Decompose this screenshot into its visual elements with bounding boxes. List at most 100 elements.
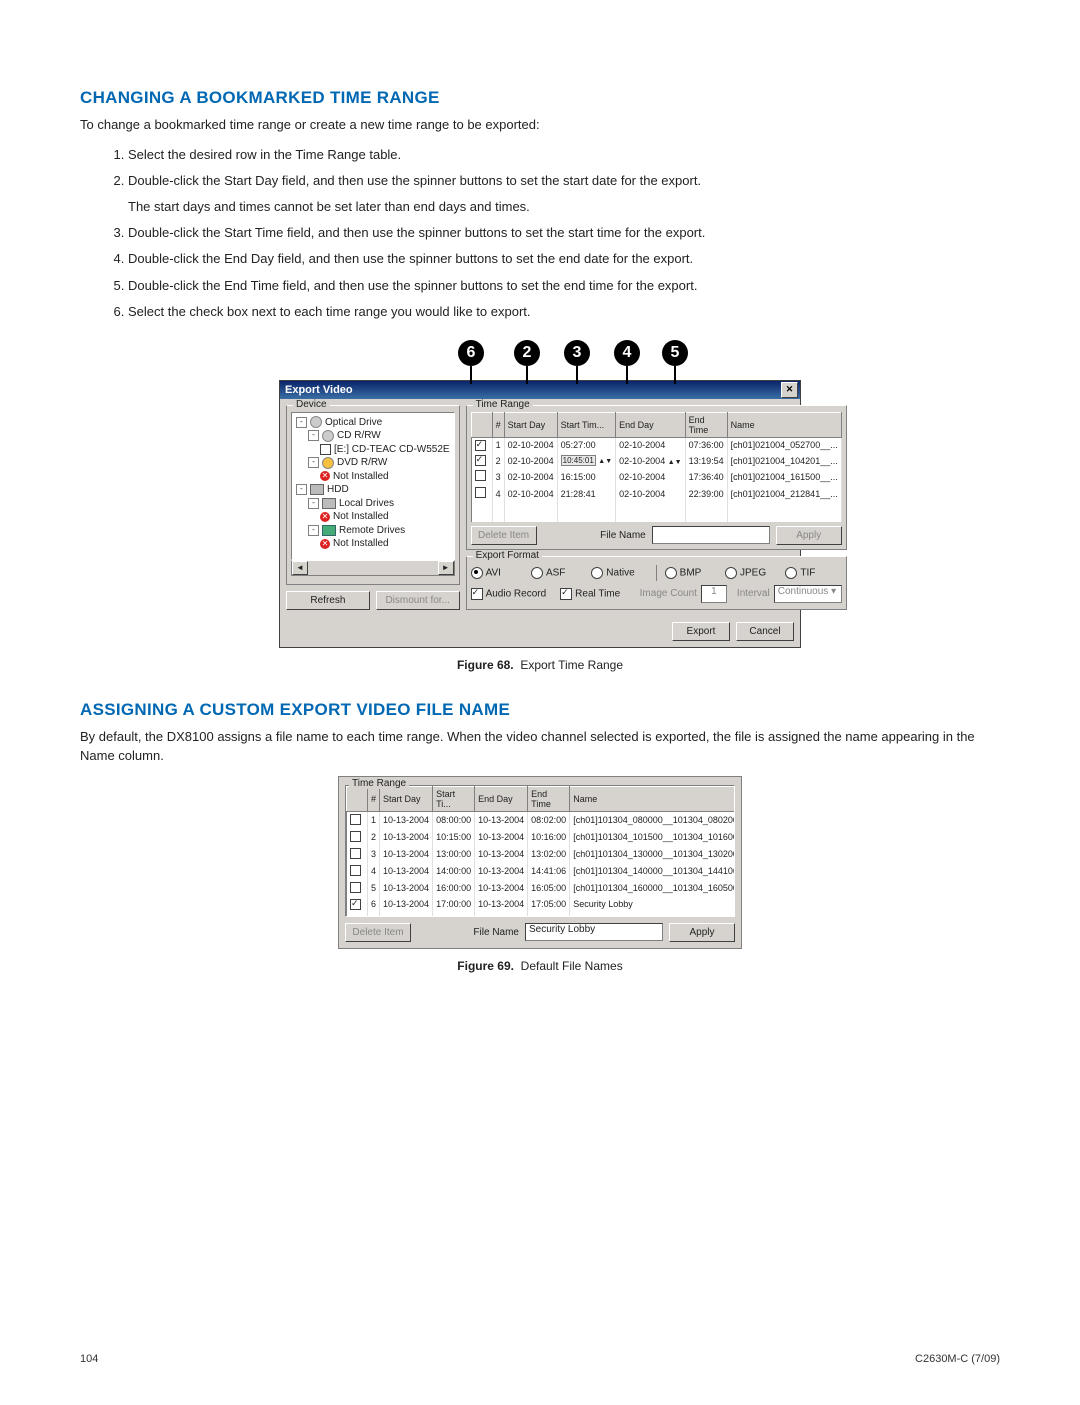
step-5: Double-click the End Time field, and the… (128, 276, 1000, 296)
chk-audio[interactable] (471, 588, 483, 600)
device-tree[interactable]: -Optical Drive -CD R/RW [E:] CD-TEAC CD-… (291, 412, 455, 560)
table-row[interactable]: 302-10-200416:15:0002-10-200417:36:40[ch… (471, 468, 841, 485)
radio-tif[interactable] (785, 567, 797, 579)
table-row[interactable]: 102-10-200405:27:0002-10-200407:36:00[ch… (471, 437, 841, 453)
step-2-note: The start days and times cannot be set l… (128, 197, 1000, 217)
tree-optical[interactable]: Optical Drive (325, 417, 382, 428)
export-video-dialog: Export Video ✕ Device -Optical Drive -CD… (279, 380, 801, 648)
col-starttime[interactable]: Start Tim... (557, 412, 616, 437)
fmt-tif: TIF (800, 567, 815, 578)
audio-record-label: Audio Record (486, 588, 547, 599)
callout-6: 6 (458, 340, 484, 366)
col-name[interactable]: Name (727, 412, 841, 437)
table-row[interactable]: 310-13-200413:00:0010-13-200413:02:00[ch… (347, 846, 736, 863)
page-number: 104 (80, 1353, 98, 1365)
table-row[interactable]: 510-13-200416:00:0010-13-200416:05:00[ch… (347, 880, 736, 897)
heading-assigning-filename: ASSIGNING A CUSTOM EXPORT VIDEO FILE NAM… (80, 700, 1000, 720)
titlebar: Export Video ✕ (280, 381, 800, 399)
heading-changing-bookmark: CHANGING A BOOKMARKED TIME RANGE (80, 88, 1000, 108)
intro-text-1: To change a bookmarked time range or cre… (80, 116, 1000, 135)
callout-4: 4 (614, 340, 640, 366)
col2-num[interactable]: # (368, 786, 380, 811)
col-endtime[interactable]: End Time (685, 412, 727, 437)
step-1: Select the desired row in the Time Range… (128, 145, 1000, 165)
cancel-button[interactable]: Cancel (736, 622, 794, 641)
figure-68-caption: Figure 68. Export Time Range (80, 658, 1000, 672)
col-startday[interactable]: Start Day (504, 412, 557, 437)
file-name-input-2[interactable]: Security Lobby (525, 923, 663, 941)
table-row[interactable]: 410-13-200414:00:0010-13-200414:41:06[ch… (347, 863, 736, 880)
callout-5: 5 (662, 340, 688, 366)
chk-realtime[interactable] (560, 588, 572, 600)
delete-item-button[interactable]: Delete Item (471, 526, 537, 545)
step-6: Select the check box next to each time r… (128, 302, 1000, 322)
col2-endday[interactable]: End Day (475, 786, 528, 811)
page-footer: 104 C2630M-C (7/09) (80, 1353, 1000, 1365)
table-row[interactable]: 210-13-200410:15:0010-13-200410:16:00[ch… (347, 829, 736, 846)
delete-item-button-2[interactable]: Delete Item (345, 923, 411, 942)
step-3: Double-click the Start Time field, and t… (128, 223, 1000, 243)
table-row[interactable]: 110-13-200408:00:0010-13-200408:02:00[ch… (347, 811, 736, 829)
scroll-right-icon[interactable]: ► (438, 561, 454, 575)
step-2: Double-click the Start Day field, and th… (128, 171, 1000, 217)
tree-remote[interactable]: Remote Drives (339, 525, 405, 536)
step-4: Double-click the End Day field, and then… (128, 249, 1000, 269)
refresh-button[interactable]: Refresh (286, 591, 370, 610)
close-icon[interactable]: ✕ (781, 382, 798, 398)
apply-button-2[interactable]: Apply (669, 923, 735, 942)
fmt-native: Native (606, 567, 634, 578)
table-row[interactable]: 202-10-200410:45:01 ▲▼02-10-2004 ▲▼13:19… (471, 453, 841, 468)
time-range-label-2: Time Range (349, 778, 409, 789)
callout-row: 6 2 3 4 5 (280, 340, 800, 380)
fmt-bmp: BMP (680, 567, 702, 578)
apply-button[interactable]: Apply (776, 526, 842, 545)
file-name-input[interactable] (652, 526, 770, 544)
radio-jpeg[interactable] (725, 567, 737, 579)
tree-local[interactable]: Local Drives (339, 498, 394, 509)
radio-bmp[interactable] (665, 567, 677, 579)
table-row[interactable]: 402-10-200421:28:4102-10-200422:39:00[ch… (471, 485, 841, 502)
dialog-title: Export Video (285, 384, 353, 396)
file-name-label-2: File Name (417, 927, 519, 938)
table-row[interactable]: 610-13-200417:00:0010-13-200417:05:00Sec… (347, 897, 736, 912)
figure-69-caption: Figure 69. Default File Names (80, 959, 1000, 973)
time-range-table[interactable]: # Start Day Start Tim... End Day End Tim… (471, 412, 842, 522)
interval-select: Continuous ▾ (774, 585, 842, 603)
device-group-label: Device (293, 399, 330, 410)
col2-name[interactable]: Name (570, 786, 735, 811)
realtime-label: Real Time (575, 588, 620, 599)
image-count-label: Image Count (640, 588, 697, 599)
intro-text-2: By default, the DX8100 assigns a file na… (80, 728, 1000, 766)
tree-cd-item[interactable]: [E:] CD-TEAC CD-W552E (334, 444, 450, 455)
col2-startday[interactable]: Start Day (380, 786, 433, 811)
tree-hdd[interactable]: HDD (327, 484, 349, 495)
tree-hscrollbar[interactable]: ◄ ► (291, 560, 455, 576)
scroll-left-icon[interactable]: ◄ (292, 561, 308, 575)
col2-starttime[interactable]: Start Ti... (433, 786, 475, 811)
file-name-label: File Name (543, 530, 646, 541)
col-num[interactable]: # (492, 412, 504, 437)
col-endday[interactable]: End Day (616, 412, 685, 437)
time-range-table-2[interactable]: # Start Day Start Ti... End Day End Time… (346, 786, 735, 917)
interval-label: Interval (737, 588, 770, 599)
export-button[interactable]: Export (672, 622, 730, 641)
radio-native[interactable] (591, 567, 603, 579)
callout-3: 3 (564, 340, 590, 366)
steps-list: Select the desired row in the Time Range… (80, 145, 1000, 322)
export-format-label: Export Format (473, 550, 542, 561)
col2-endtime[interactable]: End Time (528, 786, 570, 811)
fmt-asf: ASF (546, 567, 565, 578)
tree-dvdrw[interactable]: DVD R/RW (337, 457, 387, 468)
doc-id: C2630M-C (7/09) (915, 1353, 1000, 1365)
image-count-input: 1 (701, 585, 727, 603)
dismount-button[interactable]: Dismount for... (376, 591, 460, 610)
radio-asf[interactable] (531, 567, 543, 579)
step-2-text: Double-click the Start Day field, and th… (128, 173, 701, 188)
fmt-jpeg: JPEG (740, 567, 766, 578)
tree-cdrw[interactable]: CD R/RW (337, 430, 381, 441)
radio-avi[interactable] (471, 567, 483, 579)
fmt-avi: AVI (486, 567, 501, 578)
time-range-panel: Time Range # Start Day Start Ti... End D… (338, 776, 742, 949)
time-range-group-label: Time Range (473, 399, 533, 410)
tree-local-not-installed: Not Installed (333, 511, 389, 522)
